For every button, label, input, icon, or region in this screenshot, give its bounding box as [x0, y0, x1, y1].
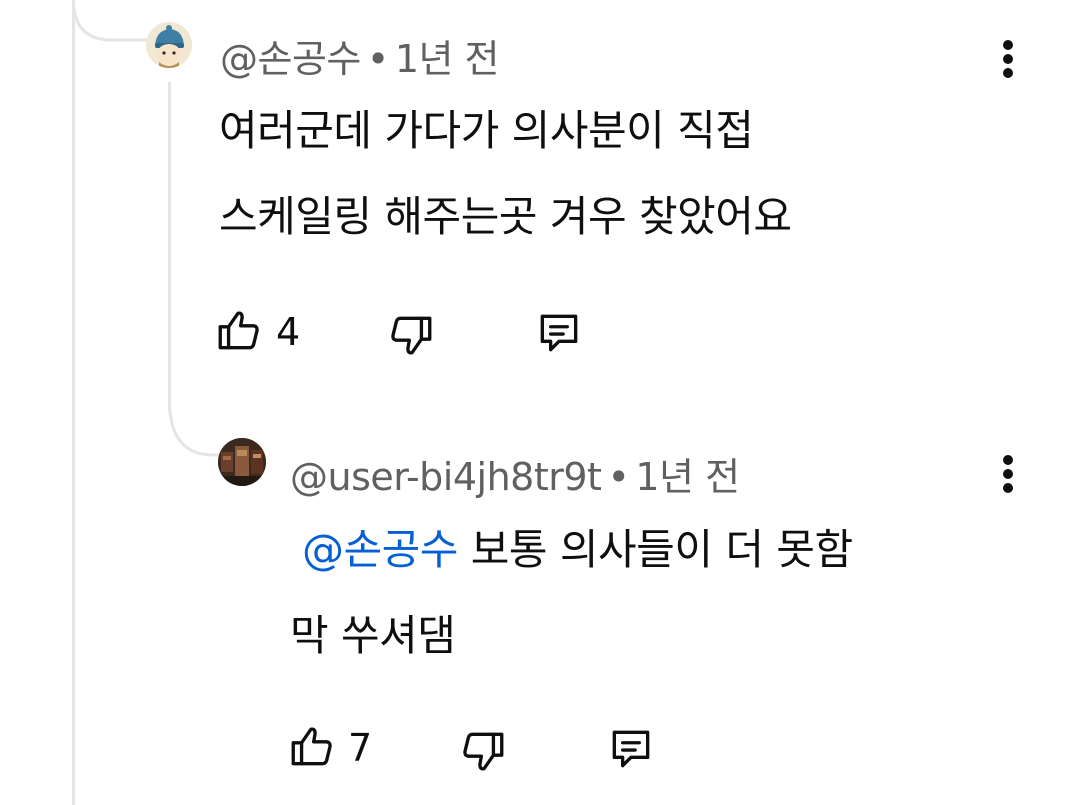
avatar-image — [218, 438, 266, 486]
meta-separator: • — [607, 455, 630, 499]
thread-connector-top — [72, 0, 150, 42]
comment-text: 여러군데 가다가 의사분이 직접 스케일링 해주는곳 겨우 찾았어요 — [219, 88, 792, 260]
timestamp[interactable]: 1년 전 — [395, 37, 500, 81]
like-count: 7 — [348, 726, 373, 770]
comment-text-line: 스케일링 해주는곳 겨우 찾았어요 — [219, 192, 792, 241]
thumb-up-icon[interactable] — [214, 306, 264, 356]
author-name[interactable]: @user-bi4jh8tr9t — [290, 455, 602, 499]
mention-link[interactable]: @손공수 — [302, 525, 458, 574]
thumb-up-icon[interactable] — [287, 722, 337, 772]
comment-icon[interactable] — [534, 308, 584, 358]
thread-line-reply — [168, 82, 171, 412]
comment-text-line: 여러군데 가다가 의사분이 직접 — [219, 106, 754, 155]
avatar[interactable] — [218, 438, 266, 486]
thread-connector-reply — [168, 400, 220, 457]
comment-meta: @user-bi4jh8tr9t • 1년 전 — [290, 446, 740, 501]
avatar-image — [146, 22, 192, 68]
more-vertical-icon[interactable] — [1003, 455, 1013, 495]
comment-text-fragment: 보통 의사들이 더 못함 — [457, 525, 853, 574]
comment-text-line: @손공수 보통 의사들이 더 못함 — [290, 507, 853, 593]
thumb-down-icon[interactable] — [386, 310, 436, 360]
like-count: 4 — [276, 310, 301, 354]
more-vertical-icon[interactable] — [1003, 40, 1013, 80]
comment-text: @손공수 보통 의사들이 더 못함 막 쑤셔댐 — [290, 507, 853, 679]
comment-text-line: 막 쑤셔댐 — [290, 611, 456, 660]
avatar[interactable] — [146, 22, 192, 68]
thumb-down-icon[interactable] — [458, 726, 508, 776]
comment-icon[interactable] — [606, 724, 656, 774]
meta-separator: • — [366, 37, 389, 81]
author-name[interactable]: @손공수 — [220, 37, 361, 81]
comment-meta: @손공수 • 1년 전 — [220, 28, 500, 83]
thread-line-main — [72, 0, 75, 805]
timestamp[interactable]: 1년 전 — [635, 455, 740, 499]
